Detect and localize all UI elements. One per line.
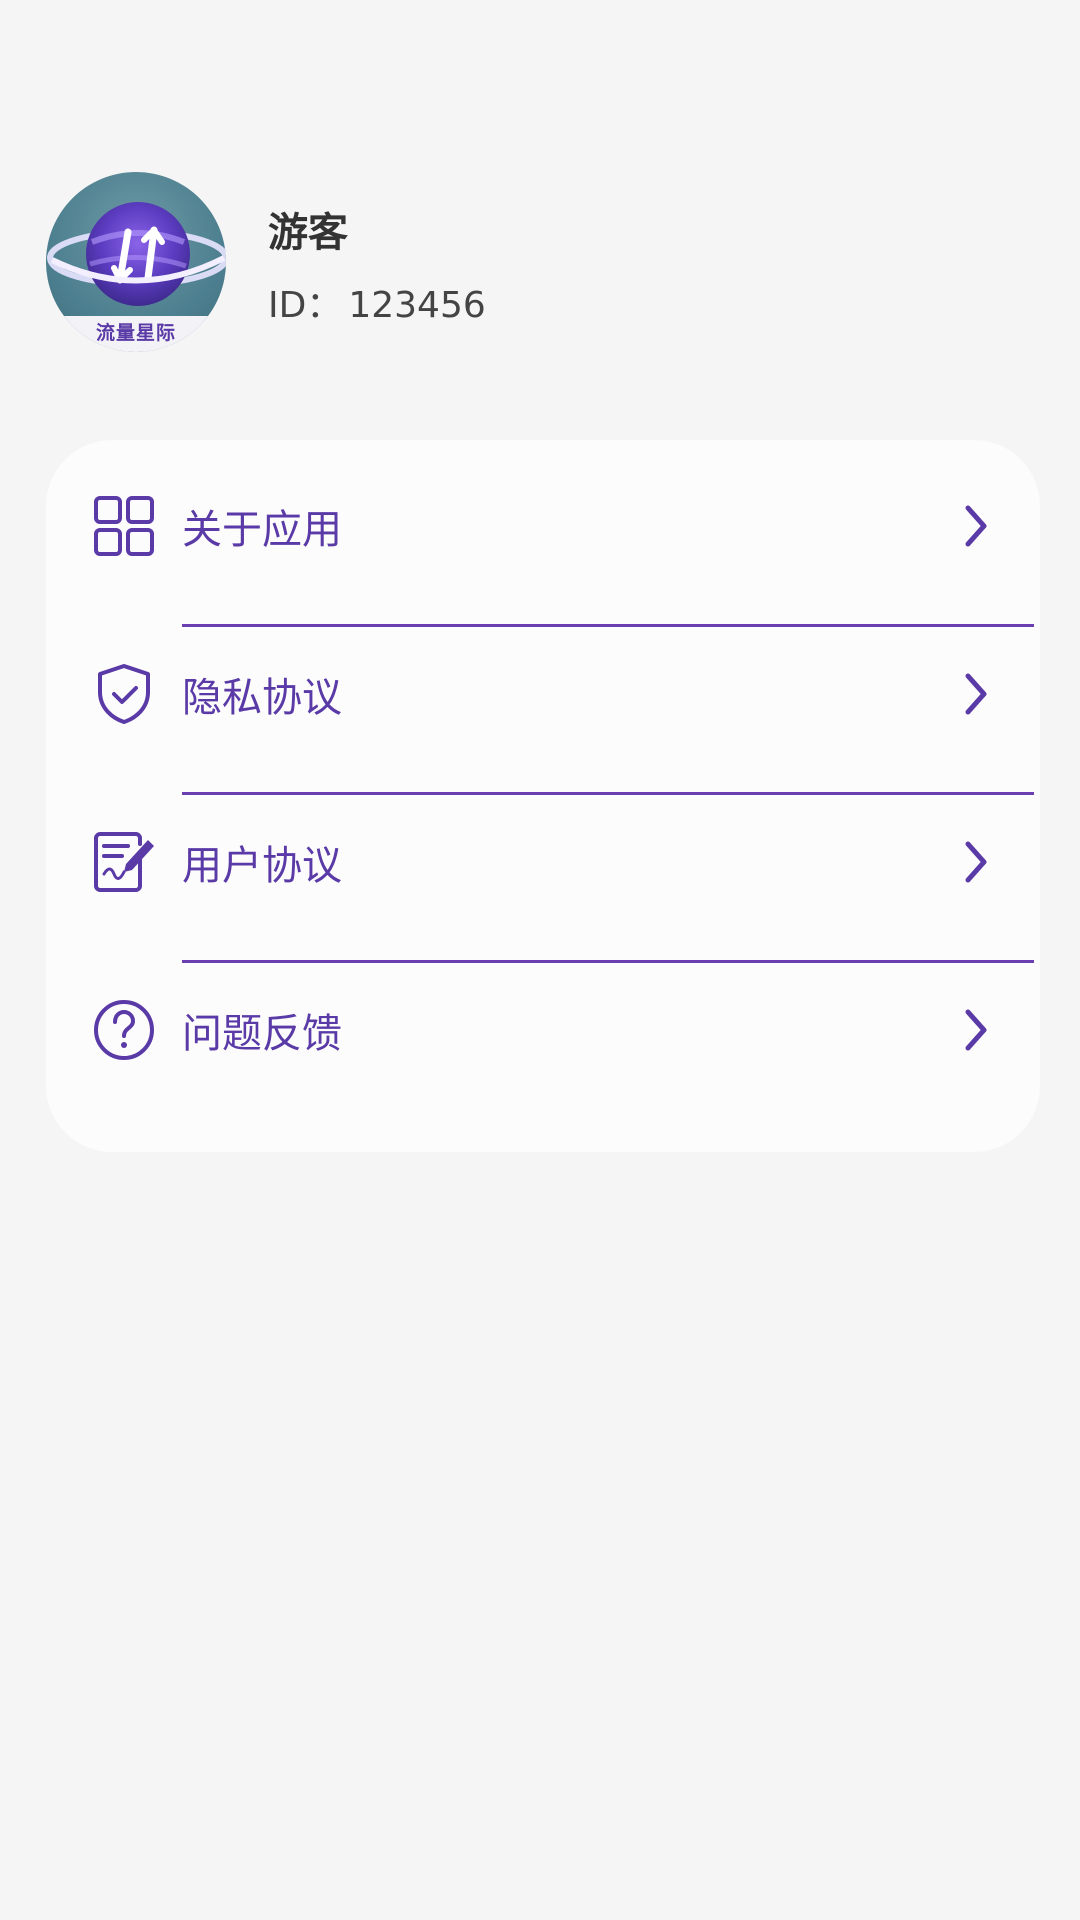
settings-menu-card: 关于应用 隐私协议 用户协议 问题反馈 <box>46 440 1040 1152</box>
menu-item-label: 用户协议 <box>182 843 342 889</box>
menu-item-feedback[interactable]: 问题反馈 <box>46 946 1040 1114</box>
menu-item-about-app[interactable]: 关于应用 <box>46 442 1040 610</box>
menu-item-user-agreement[interactable]: 用户协议 <box>46 778 1040 946</box>
menu-item-label: 关于应用 <box>182 507 342 553</box>
user-id: ID： 123456 <box>268 276 486 328</box>
document-edit-icon <box>94 832 154 892</box>
avatar[interactable]: 流量星际 <box>46 172 226 352</box>
user-id-label: ID： <box>268 285 343 326</box>
chevron-right-icon <box>965 1009 987 1051</box>
question-circle-icon <box>94 1000 154 1060</box>
menu-item-label: 问题反馈 <box>182 1011 342 1057</box>
profile-header: 流量星际 游客 ID： 123456 <box>46 172 1034 352</box>
chevron-right-icon <box>965 673 987 715</box>
menu-item-privacy-policy[interactable]: 隐私协议 <box>46 610 1040 778</box>
menu-item-label: 隐私协议 <box>182 675 342 721</box>
user-id-value: 123456 <box>348 285 486 326</box>
shield-check-icon <box>98 664 150 724</box>
avatar-brand-text: 流量星际 <box>46 316 226 352</box>
user-name: 游客 <box>268 210 348 256</box>
chevron-right-icon <box>965 505 987 547</box>
grid-icon <box>94 496 154 556</box>
chevron-right-icon <box>965 841 987 883</box>
